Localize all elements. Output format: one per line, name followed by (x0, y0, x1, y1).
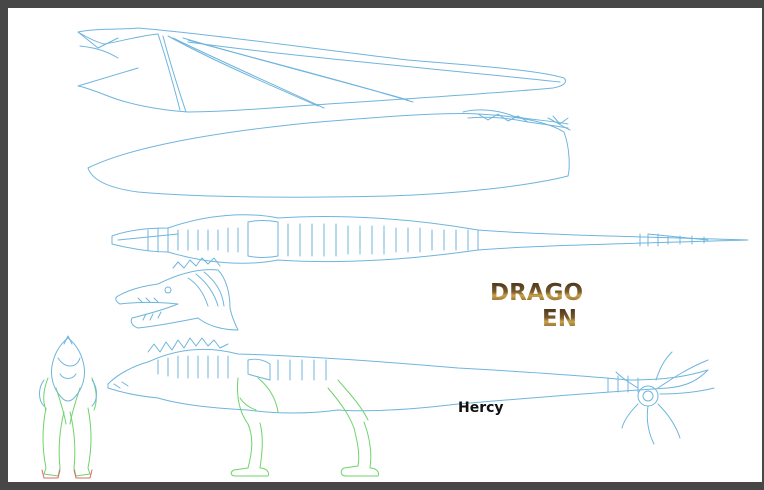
dragoen-logo: DRAGO EN (490, 280, 590, 340)
wing-upper-drawing (77, 27, 567, 113)
dragon-side-view-drawing (107, 337, 715, 445)
dragon-head-study-drawing (115, 257, 239, 331)
dragon-legs-drawing (230, 377, 379, 477)
dragon-reference-sheet (39, 27, 749, 479)
logo-line-2: EN (542, 306, 577, 332)
character-name-label: Hercy (458, 400, 504, 416)
dragon-front-view-drawing (39, 335, 97, 479)
workspace-canvas[interactable]: DRAGO EN Hercy (0, 0, 764, 490)
drawing-paper[interactable]: DRAGO EN Hercy (8, 8, 762, 482)
wing-lower-drawing (87, 109, 571, 198)
logo-line-1: DRAGO (490, 280, 584, 306)
dragon-top-view-drawing (111, 214, 749, 264)
